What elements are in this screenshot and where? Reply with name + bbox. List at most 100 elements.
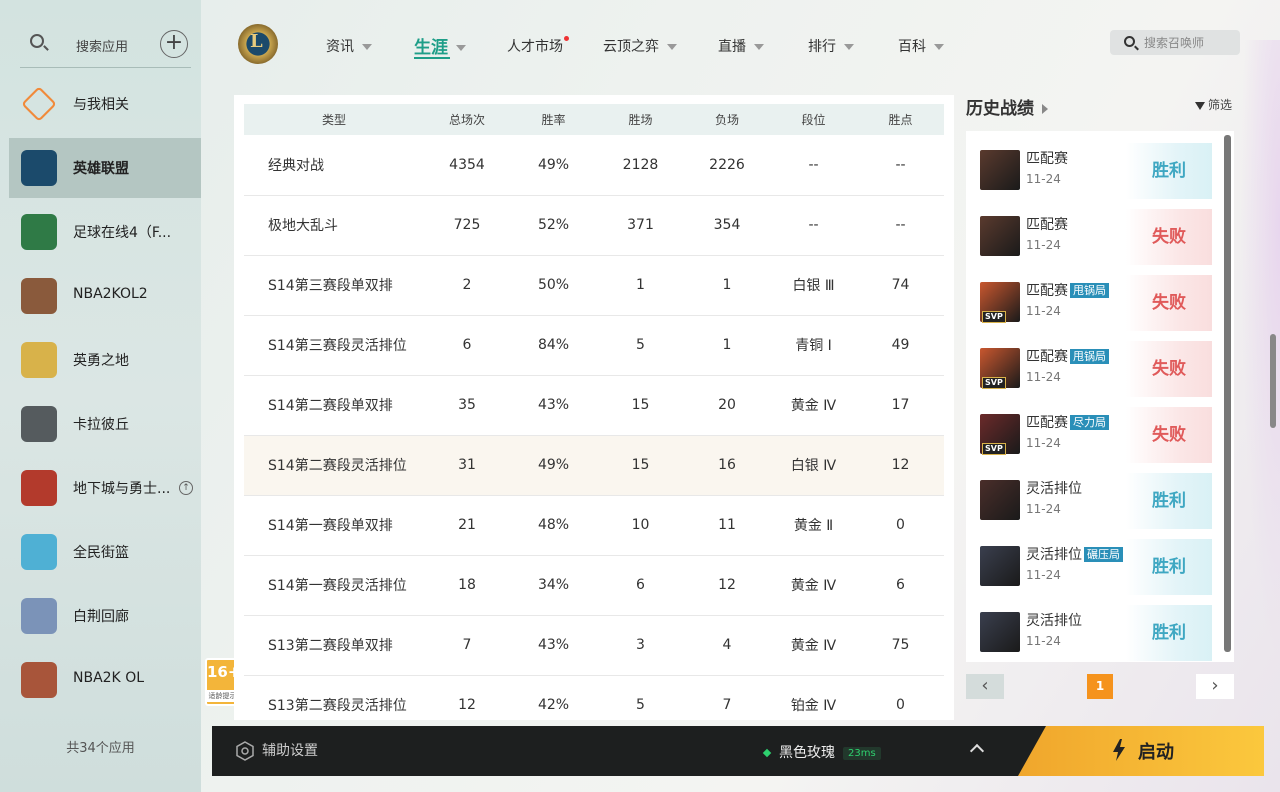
tab-label: 百科 (898, 39, 926, 55)
page-scrollbar[interactable] (1270, 334, 1276, 428)
summoner-search-input[interactable] (1144, 34, 1234, 51)
match-mode: 灵活排位 (1026, 478, 1082, 498)
table-cell: 7 (684, 675, 770, 720)
table-cell: 6 (424, 315, 510, 376)
match-item[interactable]: 灵活排位 11-24 胜利 (976, 605, 1212, 663)
table-row[interactable]: 极地大乱斗 725 52% 371 354 -- -- (244, 195, 944, 256)
match-tag: 甩锅局 (1070, 283, 1109, 298)
table-row[interactable]: S14第二赛段单双排 35 43% 15 20 黄金 Ⅳ 17 (244, 375, 944, 436)
page-number-button[interactable]: 1 (1087, 674, 1113, 699)
match-mode: 匹配赛 (1026, 214, 1068, 234)
nba2kol-icon (21, 662, 57, 698)
match-tag: 甩锅局 (1070, 349, 1109, 364)
match-item[interactable]: SVP 匹配赛 尽力局 11-24 失败 (976, 407, 1212, 465)
app-search[interactable]: 搜索应用 + (20, 22, 191, 68)
lol-logo-icon[interactable]: L (238, 24, 278, 64)
table-cell: 43% (510, 375, 597, 436)
match-tag: 尽力局 (1070, 415, 1109, 430)
ping-badge: 23ms (843, 746, 881, 760)
app-item[interactable]: 卡拉彼丘 (9, 394, 201, 454)
app-item[interactable]: 与我相关 (9, 74, 201, 134)
match-item[interactable]: 灵活排位 11-24 胜利 (976, 473, 1212, 531)
add-app-button[interactable]: + (160, 30, 188, 58)
lol-icon (21, 150, 57, 186)
table-cell: 12 (857, 435, 944, 496)
table-cell: 35 (424, 375, 510, 436)
history-title[interactable]: 历史战绩 (966, 94, 1048, 119)
table-cell: 4354 (424, 135, 510, 196)
column-header: 负场 (684, 104, 770, 135)
table-cell: 1 (684, 315, 770, 376)
table-cell: 经典对战 (244, 135, 424, 196)
app-search-label: 搜索应用 (76, 40, 129, 55)
tab-talent-market[interactable]: 人才市场 (507, 36, 569, 56)
tab-tft[interactable]: 云顶之弈 (603, 36, 677, 56)
table-cell: S14第二赛段单双排 (244, 375, 424, 436)
app-name: 足球在线4（F... (73, 225, 172, 241)
match-list-scrollbar[interactable] (1224, 135, 1231, 652)
app-item[interactable]: 地下城与勇士... ↑ (9, 458, 201, 518)
assist-settings-button[interactable]: 辅助设置 (236, 740, 318, 761)
table-cell: -- (857, 195, 944, 256)
table-cell: 75 (857, 615, 944, 676)
table-row[interactable]: 经典对战 4354 49% 2128 2226 -- -- (244, 135, 944, 196)
tab-career[interactable]: 生涯 (414, 33, 466, 59)
table-cell: 白银 Ⅳ (770, 435, 857, 496)
chevron-down-icon (667, 44, 677, 50)
tab-news[interactable]: 资讯 (326, 36, 372, 56)
table-row[interactable]: S14第三赛段灵活排位 6 84% 5 1 青铜 Ⅰ 49 (244, 315, 944, 376)
app-item[interactable]: 足球在线4（F... (9, 202, 201, 262)
update-icon[interactable]: ↑ (179, 481, 193, 495)
launch-button[interactable]: 启动 (1018, 726, 1264, 776)
table-cell: 371 (597, 195, 684, 256)
match-item[interactable]: SVP 匹配赛 甩锅局 11-24 失败 (976, 341, 1212, 399)
next-page-button[interactable]: › (1196, 674, 1234, 699)
table-row[interactable]: S14第二赛段灵活排位 31 49% 15 16 白银 Ⅳ 12 (244, 435, 944, 496)
fifa-icon (21, 214, 57, 250)
tab-label: 排行 (808, 39, 836, 55)
tab-ranking[interactable]: 排行 (808, 36, 854, 56)
table-cell: 5 (597, 315, 684, 376)
app-item[interactable]: 英勇之地 (9, 330, 201, 390)
match-item[interactable]: SVP 匹配赛 甩锅局 11-24 失败 (976, 275, 1212, 333)
table-row[interactable]: S13第二赛段灵活排位 12 42% 5 7 铂金 Ⅳ0 (244, 675, 944, 720)
table-row[interactable]: S13第二赛段单双排 7 43% 3 4 黄金 Ⅳ 75 (244, 615, 944, 676)
chevron-up-icon[interactable] (969, 743, 985, 759)
table-cell: 7 (424, 615, 510, 676)
match-result: 失败 (1126, 341, 1212, 397)
table-row[interactable]: S14第一赛段单双排 21 48% 10 11 黄金 Ⅱ0 (244, 495, 944, 556)
tab-wiki[interactable]: 百科 (898, 36, 944, 56)
match-item[interactable]: 匹配赛 11-24 胜利 (976, 143, 1212, 201)
table-cell: 34% (510, 555, 597, 616)
app-item[interactable]: 英雄联盟 (9, 138, 201, 198)
table-cell: 48% (510, 495, 597, 556)
app-name: 地下城与勇士... (73, 481, 171, 497)
table-cell: 6 (857, 555, 944, 616)
table-row[interactable]: S14第三赛段单双排 2 50% 1 1 白银 Ⅲ 74 (244, 255, 944, 316)
launch-label: 启动 (1138, 742, 1174, 763)
prev-page-button[interactable]: ‹ (966, 674, 1004, 699)
match-item[interactable]: 灵活排位 碾压局 11-24 胜利 (976, 539, 1212, 597)
match-mode-label: 匹配赛 (1026, 415, 1068, 431)
table-row[interactable]: S14第一赛段灵活排位 18 34% 6 12 黄金 Ⅳ6 (244, 555, 944, 616)
match-mode-label: 灵活排位 (1026, 481, 1082, 497)
match-date: 11-24 (1026, 304, 1061, 318)
svp-badge: SVP (982, 311, 1006, 323)
table-cell: S13第二赛段单双排 (244, 615, 424, 676)
app-item[interactable]: 白荆回廊 (9, 586, 201, 646)
app-item[interactable]: NBA2K OL (9, 650, 201, 710)
table-cell: S14第三赛段灵活排位 (244, 315, 424, 376)
match-date: 11-24 (1026, 172, 1061, 186)
filter-button[interactable]: 筛选 (1195, 96, 1232, 113)
match-mode-label: 灵活排位 (1026, 547, 1082, 563)
tab-live[interactable]: 直播 (718, 36, 764, 56)
tab-label: 资讯 (326, 39, 354, 55)
app-item[interactable]: NBA2KOL2 (9, 266, 201, 326)
table-cell: -- (770, 135, 857, 196)
match-item[interactable]: 匹配赛 11-24 失败 (976, 209, 1212, 267)
top-nav: L 资讯 生涯 人才市场 云顶之弈 直播 排行 百科 (201, 0, 1280, 90)
server-selector[interactable]: 黑色玫瑰 23ms (762, 742, 881, 762)
app-item[interactable]: 全民街篮 (9, 522, 201, 582)
server-status-icon (762, 748, 772, 758)
table-cell: 17 (857, 375, 944, 436)
